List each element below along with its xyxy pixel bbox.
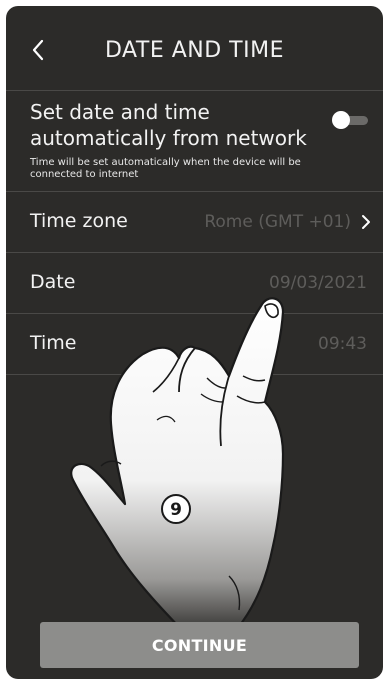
time-value: 09:43: [318, 334, 367, 354]
device-screen: DATE AND TIME Set date and time automati…: [6, 6, 383, 679]
chevron-right-icon: [362, 215, 370, 229]
step-number-badge: 9: [161, 494, 191, 524]
page-title: DATE AND TIME: [105, 38, 284, 63]
auto-sync-hint: Time will be set automatically when the …: [30, 157, 301, 180]
auto-sync-toggle[interactable]: [332, 111, 368, 129]
header: DATE AND TIME: [6, 6, 383, 91]
pointing-hand-icon: 9: [70, 297, 285, 629]
continue-button[interactable]: CONTINUE: [40, 622, 359, 668]
auto-sync-label: Set date and time automatically from net…: [30, 100, 307, 150]
time-zone-label: Time zone: [30, 210, 128, 232]
toggle-knob: [332, 111, 350, 129]
time-zone-value: Rome (GMT +01): [204, 212, 351, 232]
auto-sync-row: Set date and time automatically from net…: [6, 91, 383, 192]
continue-label: CONTINUE: [151, 635, 248, 655]
step-number: 9: [170, 500, 182, 520]
time-zone-row[interactable]: Time zone Rome (GMT +01): [6, 192, 383, 253]
